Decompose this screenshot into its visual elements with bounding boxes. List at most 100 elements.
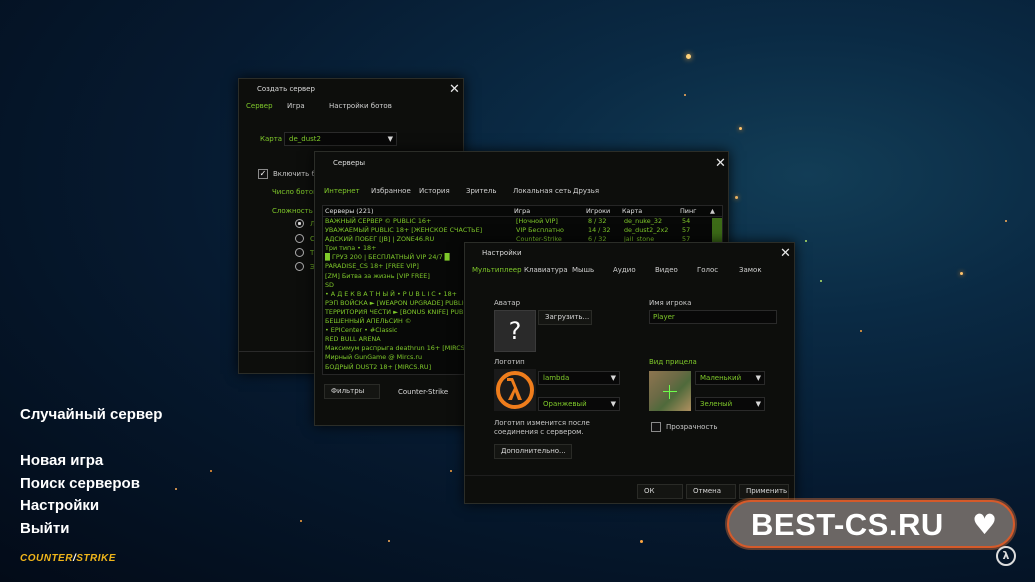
difficulty-label: Сложность xyxy=(272,207,313,215)
map-select[interactable]: de_dust2 ▼ xyxy=(284,132,397,146)
tab-bot-settings[interactable]: Настройки ботов xyxy=(329,99,399,113)
tab-server[interactable]: Сервер xyxy=(246,99,287,113)
cell-ping: 54 xyxy=(682,217,691,225)
tab-favorites[interactable]: Избранное xyxy=(371,184,419,198)
half-life-icon[interactable]: λ xyxy=(996,546,1016,566)
tab-video[interactable]: Видео xyxy=(655,263,697,277)
crosshair-label: Вид прицела xyxy=(649,358,697,366)
avatar-label: Аватар xyxy=(494,299,521,307)
avatar[interactable]: ? xyxy=(494,310,536,352)
random-server-link[interactable]: Случайный сервер xyxy=(20,406,162,423)
crosshair-icon xyxy=(663,391,677,392)
table-header: Серверы (221) Игра Игроки Карта Пинг ▲ xyxy=(323,206,722,217)
cell-map: de_nuke_32 xyxy=(624,217,663,225)
tab-mouse[interactable]: Мышь xyxy=(572,263,613,277)
menu-find-servers[interactable]: Поиск серверов xyxy=(20,475,140,492)
player-name-input[interactable] xyxy=(649,310,777,324)
menu-new-game[interactable]: Новая игра xyxy=(20,452,103,469)
chevron-down-icon: ▼ xyxy=(387,135,393,143)
col-game[interactable]: Игра xyxy=(514,206,586,216)
create-server-tabs: Сервер Игра Настройки ботов xyxy=(246,99,399,113)
transparency-checkbox[interactable] xyxy=(651,422,661,432)
logo-color-value: Оранжевый xyxy=(543,400,587,408)
col-players[interactable]: Игроки xyxy=(586,206,622,216)
menu-quit[interactable]: Выйти xyxy=(20,520,69,537)
tab-internet[interactable]: Интернет xyxy=(324,184,371,198)
scrollbar[interactable] xyxy=(712,218,722,244)
crosshair-preview xyxy=(649,371,691,411)
tab-game[interactable]: Игра xyxy=(287,99,329,113)
tab-lan[interactable]: Локальная сеть xyxy=(513,184,573,198)
cell-players: 14 / 32 xyxy=(588,226,611,235)
logo-select[interactable]: lambda ▼ xyxy=(538,371,620,385)
tab-lock[interactable]: Замок xyxy=(739,263,779,277)
close-icon[interactable]: ✕ xyxy=(715,157,726,170)
cell-name: УВАЖАЕМЫЙ PUBLIC 18+ [ЖЕНСКОЕ СЧАСТЬЕ] xyxy=(325,226,483,235)
crosshair-icon-v xyxy=(669,385,670,399)
crosshair-size-select[interactable]: Маленький ▼ xyxy=(695,371,765,385)
watermark-text: BEST-CS.RU xyxy=(751,507,944,542)
logo-color-select[interactable]: Оранжевый ▼ xyxy=(538,397,620,411)
close-icon[interactable]: ✕ xyxy=(449,83,460,96)
tab-spectate[interactable]: Зритель xyxy=(466,184,513,198)
counter-strike-logo: COUNTER/STRIKE xyxy=(20,553,116,564)
close-icon[interactable]: ✕ xyxy=(780,247,791,260)
settings-window: Настройки ✕ Мультиплеер Клавиатура Мышь … xyxy=(464,242,795,504)
tab-history[interactable]: История xyxy=(419,184,466,198)
chevron-down-icon: ▼ xyxy=(610,374,616,382)
difficulty-radio-4[interactable] xyxy=(295,262,304,271)
apply-button[interactable]: Применить xyxy=(739,484,789,499)
tab-audio[interactable]: Аудио xyxy=(613,263,655,277)
cell-game: VIP Бесплатно xyxy=(516,226,564,235)
crosshair-color-select[interactable]: Зеленый ▼ xyxy=(695,397,765,411)
enable-bots-checkbox[interactable]: ✓ xyxy=(258,169,268,179)
settings-tabs: Мультиплеер Клавиатура Мышь Аудио Видео … xyxy=(472,263,779,277)
player-name-label: Имя игрока xyxy=(649,299,692,307)
upload-button[interactable]: Загрузить... xyxy=(538,310,592,325)
chevron-down-icon: ▼ xyxy=(755,400,761,408)
logo-label: Логотип xyxy=(494,358,525,366)
logo-note: Логотип изменится после соединения с сер… xyxy=(494,419,590,436)
chevron-down-icon: ▼ xyxy=(755,374,761,382)
tab-friends[interactable]: Друзья xyxy=(573,184,613,198)
tab-keyboard[interactable]: Клавиатура xyxy=(524,263,572,277)
filter-game-label: Counter-Strike xyxy=(398,388,449,396)
bot-count-label: Число ботов xyxy=(272,188,318,196)
difficulty-radio-2[interactable] xyxy=(295,234,304,243)
map-label: Карта xyxy=(260,135,283,143)
difficulty-radio-1[interactable] xyxy=(295,219,304,228)
sort-arrow-icon[interactable]: ▲ xyxy=(710,206,715,216)
divider xyxy=(465,475,794,476)
cell-ping: 57 xyxy=(682,226,691,235)
tab-multiplayer[interactable]: Мультиплеер xyxy=(472,263,524,277)
crosshair-size-value: Маленький xyxy=(700,374,742,382)
advanced-button[interactable]: Дополнительно... xyxy=(494,444,572,459)
ok-button[interactable]: ОК xyxy=(637,484,683,499)
lambda-logo-icon xyxy=(494,369,536,411)
cell-map: de_dust2_2x2 xyxy=(624,226,669,235)
logo-value: lambda xyxy=(543,374,570,382)
col-servers[interactable]: Серверы (221) xyxy=(323,206,514,216)
heart-icon: ♥ xyxy=(972,508,998,541)
cell-name: ВАЖНЫЙ СЕРВЕР © PUBLIC 16+ xyxy=(325,217,432,225)
watermark-badge: BEST-CS.RU ♥ xyxy=(727,500,1015,548)
menu-settings[interactable]: Настройки xyxy=(20,497,99,514)
window-title: Серверы xyxy=(333,159,366,167)
window-title: Создать сервер xyxy=(257,85,315,93)
crosshair-color-value: Зеленый xyxy=(700,400,733,408)
map-value: de_dust2 xyxy=(289,135,321,143)
col-map[interactable]: Карта xyxy=(622,206,680,216)
cell-players: 8 / 32 xyxy=(588,217,607,225)
col-ping[interactable]: Пинг xyxy=(680,206,710,216)
window-title: Настройки xyxy=(482,249,522,257)
table-row[interactable]: ВАЖНЫЙ СЕРВЕР © PUBLIC 16+ [Ночной VIP] 8 … xyxy=(325,217,722,226)
transparency-label: Прозрачность xyxy=(666,423,718,431)
filters-button[interactable]: Фильтры xyxy=(324,384,380,399)
chevron-down-icon: ▼ xyxy=(610,400,616,408)
cell-game: [Ночной VIP] xyxy=(516,217,558,225)
tab-voice[interactable]: Голос xyxy=(697,263,739,277)
difficulty-radio-3[interactable] xyxy=(295,248,304,257)
cancel-button[interactable]: Отмена xyxy=(686,484,736,499)
table-row[interactable]: УВАЖАЕМЫЙ PUBLIC 18+ [ЖЕНСКОЕ СЧАСТЬЕ] VI… xyxy=(325,226,722,235)
servers-tabs: Интернет Избранное История Зритель Локал… xyxy=(324,184,613,198)
